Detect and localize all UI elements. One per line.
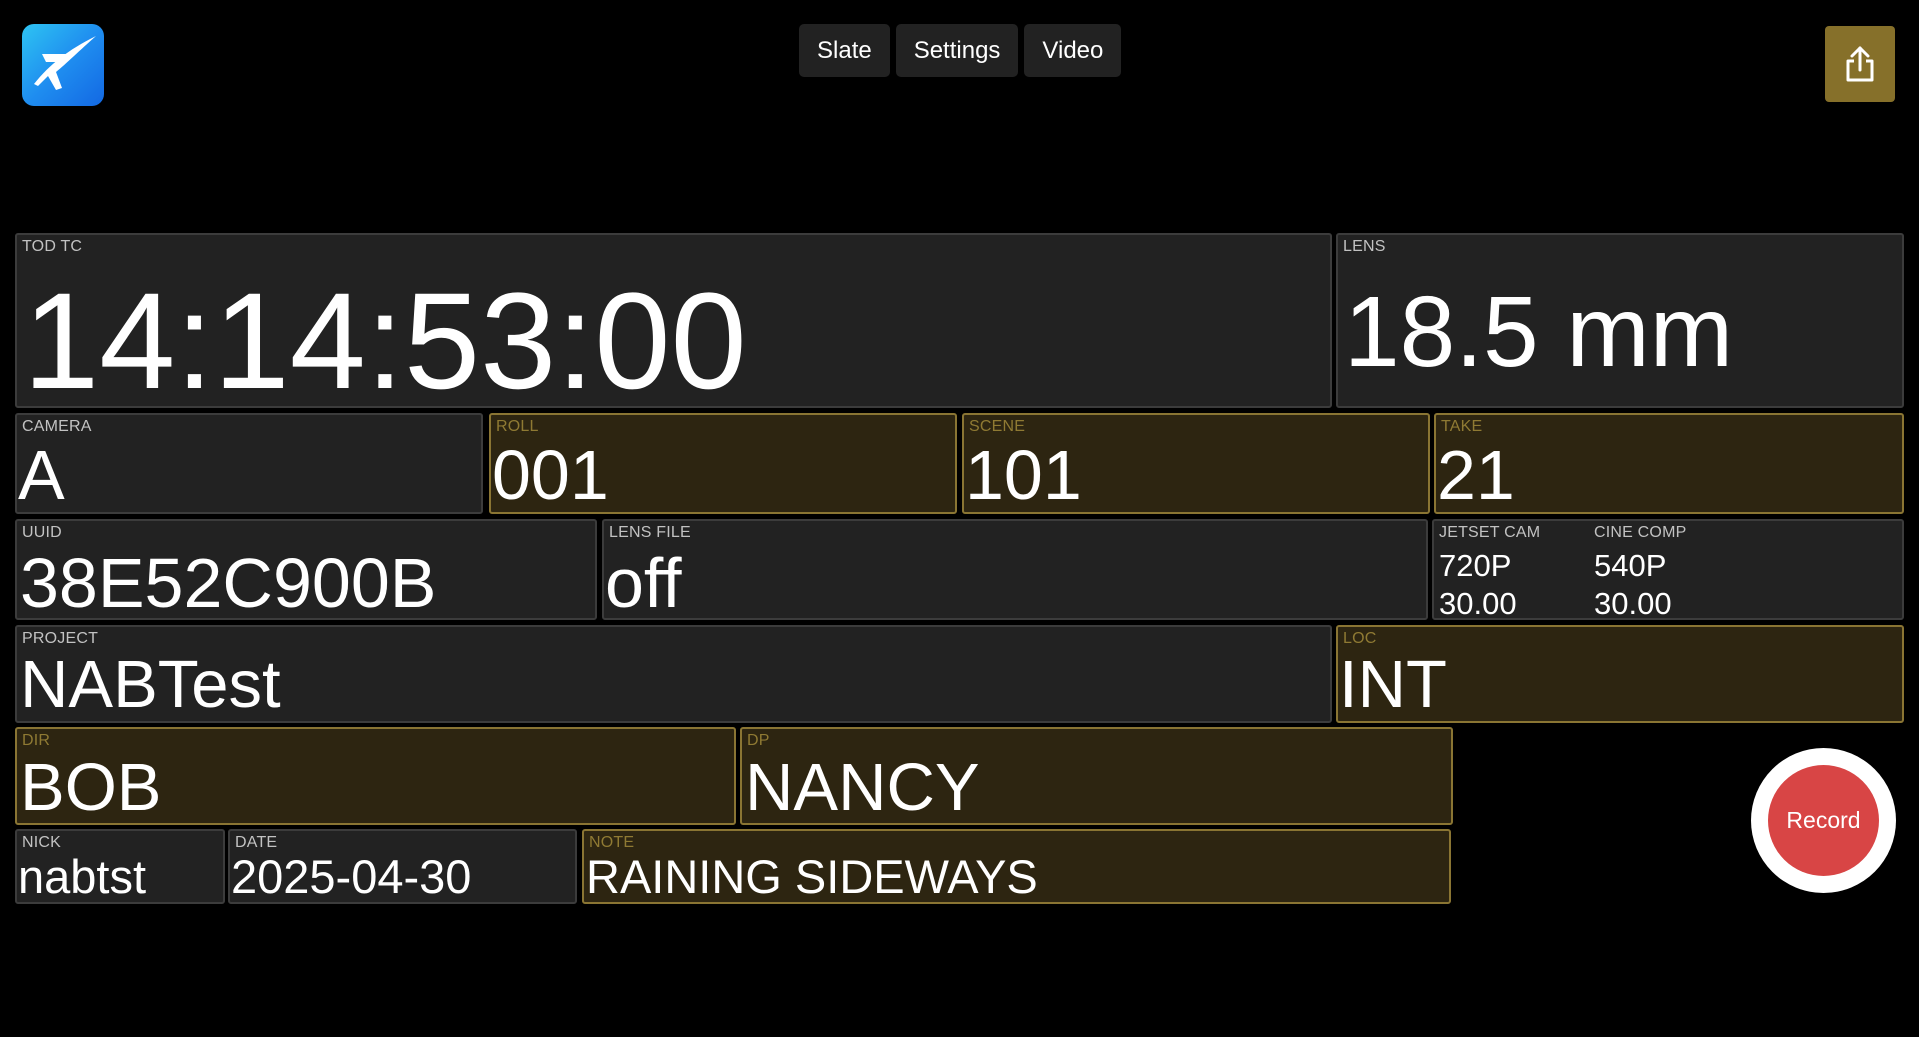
loc-label: LOC: [1343, 630, 1377, 647]
lens-field[interactable]: LENS 18.5 mm: [1336, 233, 1904, 408]
jetset-cam-label: JETSET CAM: [1439, 524, 1541, 541]
cine-comp-column: CINE COMP 540P 30.00: [1594, 521, 1744, 618]
record-button[interactable]: Record: [1751, 748, 1896, 893]
lens-label: LENS: [1343, 238, 1386, 255]
project-value: NABTest: [20, 647, 281, 722]
scene-value: 101: [965, 436, 1082, 514]
project-field[interactable]: PROJECT NABTest: [15, 625, 1332, 723]
tab-slate[interactable]: Slate: [799, 24, 890, 77]
app-logo: [22, 24, 104, 106]
dp-value: NANCY: [745, 750, 980, 825]
top-nav: Slate Settings Video: [799, 24, 1122, 77]
dir-value: BOB: [20, 750, 162, 825]
uuid-label: UUID: [22, 524, 62, 541]
roll-label: ROLL: [496, 418, 539, 435]
jetset-cam-resolution: 720P: [1439, 548, 1512, 583]
camera-format-field: JETSET CAM 720P 30.00 CINE COMP 540P 30.…: [1432, 519, 1904, 620]
camera-field[interactable]: CAMERA A: [15, 413, 483, 514]
tod-tc-field[interactable]: TOD TC 14:14:53:00: [15, 233, 1332, 408]
record-button-label: Record: [1768, 765, 1879, 876]
dp-label: DP: [747, 732, 770, 749]
jetset-cam-column: JETSET CAM 720P 30.00: [1439, 521, 1589, 618]
roll-value: 001: [492, 436, 609, 514]
uuid-value: 38E52C900B: [20, 544, 437, 620]
date-value: 2025-04-30: [231, 850, 472, 903]
lens-file-field[interactable]: LENS FILE off: [602, 519, 1428, 620]
take-field[interactable]: TAKE 21: [1434, 413, 1904, 514]
scene-field[interactable]: SCENE 101: [962, 413, 1430, 514]
tod-tc-value: 14:14:53:00: [23, 265, 747, 408]
note-field[interactable]: NOTE RAINING SIDEWAYS: [582, 829, 1451, 904]
take-label: TAKE: [1441, 418, 1483, 435]
dp-field[interactable]: DP NANCY: [740, 727, 1453, 825]
note-value: RAINING SIDEWAYS: [586, 850, 1038, 903]
loc-field[interactable]: LOC INT: [1336, 625, 1904, 723]
camera-value: A: [18, 436, 65, 514]
nick-value: nabtst: [18, 850, 147, 903]
camera-label: CAMERA: [22, 418, 92, 435]
tod-tc-label: TOD TC: [22, 238, 83, 255]
roll-field[interactable]: ROLL 001: [489, 413, 957, 514]
cine-comp-fps: 30.00: [1594, 586, 1672, 620]
nick-field[interactable]: NICK nabtst: [15, 829, 225, 904]
uuid-field[interactable]: UUID 38E52C900B: [15, 519, 597, 620]
tab-video[interactable]: Video: [1024, 24, 1122, 77]
share-icon: [1846, 46, 1874, 82]
loc-value: INT: [1339, 647, 1447, 722]
lens-file-label: LENS FILE: [609, 524, 691, 541]
dir-field[interactable]: DIR BOB: [15, 727, 736, 825]
take-value: 21: [1437, 436, 1515, 514]
dir-label: DIR: [22, 732, 51, 749]
airplane-logo-icon: [34, 36, 96, 90]
scene-label: SCENE: [969, 418, 1026, 435]
share-button[interactable]: [1825, 26, 1895, 102]
cine-comp-resolution: 540P: [1594, 548, 1667, 583]
project-label: PROJECT: [22, 630, 99, 647]
cine-comp-label: CINE COMP: [1594, 524, 1687, 541]
lens-value: 18.5 mm: [1344, 276, 1734, 388]
date-field[interactable]: DATE 2025-04-30: [228, 829, 577, 904]
lens-file-value: off: [605, 544, 682, 620]
jetset-cam-fps: 30.00: [1439, 586, 1517, 620]
tab-settings[interactable]: Settings: [895, 24, 1019, 77]
